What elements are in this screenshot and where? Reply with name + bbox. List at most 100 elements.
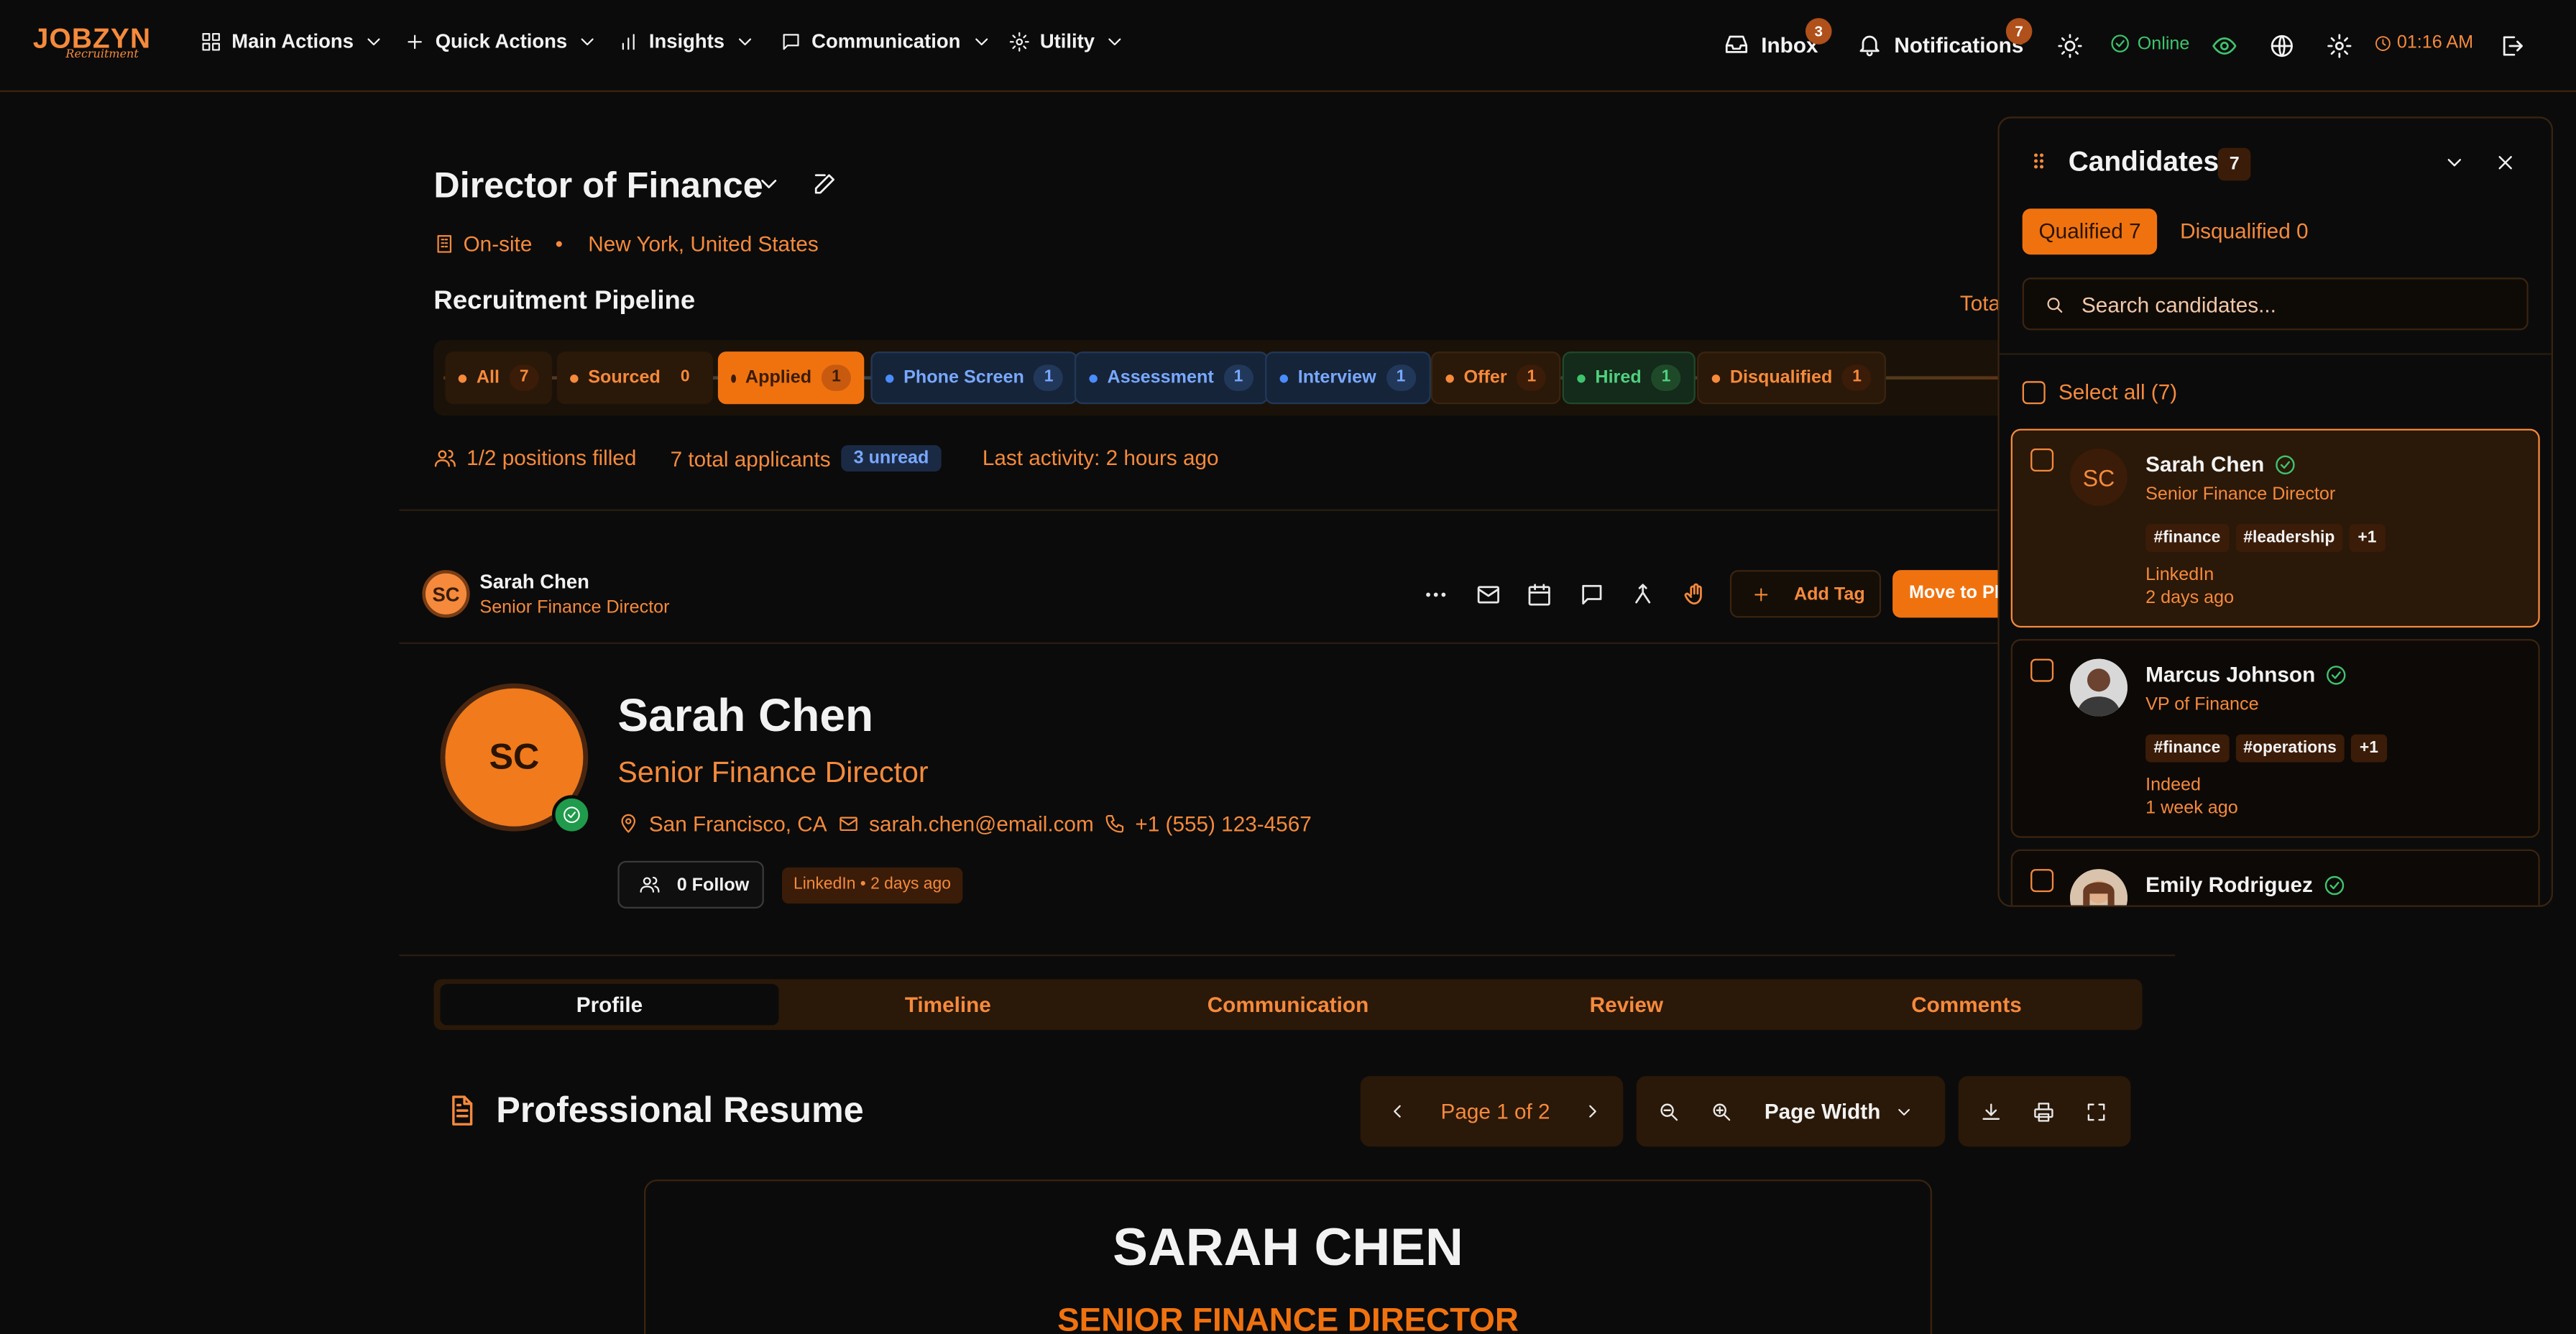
tab-communication[interactable]: Communication [1119,984,1458,1025]
main-actions-menu[interactable]: Main Actions [201,29,385,52]
tab-review[interactable]: Review [1457,984,1795,1025]
email-button[interactable] [1468,575,1508,615]
edit-icon[interactable] [811,171,838,198]
settings-icon[interactable] [2327,33,2353,60]
candidate-card[interactable]: SC Sarah Chen Senior Finance Director #f… [2010,428,2540,628]
stage-hired[interactable]: Hired 1 [1562,351,1696,405]
stage-dot [1445,373,1454,382]
quick-actions-menu[interactable]: Quick Actions [404,29,598,52]
stage-count: 1 [821,364,851,391]
add-tag-label: Add Tag [1793,584,1865,604]
select-all[interactable]: Select all (7) [2022,380,2177,404]
fullscreen-button[interactable] [2076,1092,2116,1131]
positions-filled: 1/2 positions filled [433,445,636,470]
person-photo-icon [2069,869,2128,906]
insights-menu[interactable]: Insights [617,29,755,52]
brand-logo[interactable]: JOBZYN Recruitment [33,23,151,61]
candidate-tags: #finance #operations +1 [2145,734,2387,763]
users-icon [640,876,660,893]
check-circle-icon [564,806,580,824]
communication-menu[interactable]: Communication [781,29,992,52]
logout-icon[interactable] [2499,33,2526,60]
print-button[interactable] [2024,1092,2064,1131]
stage-applied[interactable]: Applied 1 [717,351,865,405]
chevron-down-icon[interactable] [755,171,782,198]
candidate-name: Sarah Chen [617,689,874,741]
chevron-down-icon [975,37,988,45]
message-button[interactable] [1572,575,1611,615]
stage-interview[interactable]: Interview 1 [1264,351,1431,405]
stage-count: 1 [1651,364,1681,391]
mail-icon [840,816,857,832]
next-page-button[interactable] [1573,1092,1613,1131]
candidate-source: Indeed [2145,775,2202,796]
candidate-checkbox[interactable] [2030,869,2054,893]
chevron-down-icon [367,37,381,45]
eye-icon[interactable] [2212,33,2238,60]
stage-all[interactable]: All 7 [445,351,553,405]
zoom-in-icon [1713,1103,1731,1121]
drag-handle-icon[interactable] [2028,150,2051,172]
tag-badge: #leadership [2235,524,2343,552]
quick-actions-label: Quick Actions [435,29,568,53]
tag-badge: #finance [2145,734,2229,763]
stage-phone-screen[interactable]: Phone Screen 1 [870,351,1079,405]
zoom-in-button[interactable] [1702,1092,1742,1131]
tab-timeline[interactable]: Timeline [778,984,1117,1025]
bar-chart-icon [622,33,635,50]
disqualified-filter-button[interactable]: Disqualified 0 [2163,208,2324,254]
zoom-select[interactable]: Page Width [1765,1099,1913,1123]
clock-display: 01:16 AM [2374,33,2473,52]
stage-count: 0 [670,364,700,391]
notifications-button[interactable]: Notifications [1857,31,2023,58]
printer-icon [2034,1102,2053,1121]
candidate-phone[interactable]: +1 (555) 123-4567 [1104,811,1312,836]
chevron-left-icon [1393,1105,1400,1118]
candidate-phone-label: +1 (555) 123-4567 [1135,811,1312,837]
resume-heading: Professional Resume [496,1089,864,1131]
candidate-card-title: VP of Finance [2145,694,2259,715]
candidate-checkbox[interactable] [2030,658,2054,682]
stage-label: Sourced [588,367,661,388]
search-input[interactable]: Search candidates... [2082,292,2276,316]
resume-document: SARAH CHEN SENIOR FINANCE DIRECTOR [643,1179,1932,1334]
stage-dot [1577,373,1586,382]
chevron-down-icon[interactable] [2443,151,2466,174]
stage-offer[interactable]: Offer 1 [1430,351,1562,405]
inbox-icon [1725,35,1748,53]
candidate-email[interactable]: sarah.chen@email.com [838,811,1094,836]
sun-icon[interactable] [2057,33,2084,60]
candidate-card[interactable]: Marcus Johnson VP of Finance #finance #o… [2010,639,2540,838]
schedule-button[interactable] [1519,575,1559,615]
globe-icon[interactable] [2269,33,2296,60]
stage-sourced[interactable]: Sourced 0 [556,351,714,405]
candidate-search[interactable]: Search candidates... [2022,277,2529,331]
stage-assessment[interactable]: Assessment 1 [1074,351,1269,405]
online-status[interactable]: Online [2110,33,2189,55]
candidate-tags: #finance #leadership +1 [2145,524,2385,552]
qualified-filter-button[interactable]: Qualified 7 [2022,208,2158,255]
follow-button[interactable]: 0 Follow [617,860,764,908]
tag-badge: #operations [2235,734,2345,763]
zoom-out-button[interactable] [1650,1092,1689,1131]
unread-badge[interactable]: 3 unread [840,445,942,472]
move-to-stage-button[interactable]: Move to Ph [1892,570,2008,618]
merge-button[interactable] [1623,575,1662,615]
stage-disqualified[interactable]: Disqualified 1 [1697,351,1887,405]
candidate-title: Senior Finance Director [617,755,929,789]
previous-page-button[interactable] [1376,1092,1416,1131]
tab-comments[interactable]: Comments [1798,984,2136,1025]
download-button[interactable] [1972,1092,2011,1131]
candidate-checkbox[interactable] [2030,448,2054,472]
more-options-button[interactable] [1416,575,1455,615]
tab-profile[interactable]: Profile [440,984,779,1026]
utility-menu[interactable]: Utility [1008,29,1126,52]
close-icon[interactable] [2494,151,2517,174]
candidate-avatar-small[interactable]: SC [422,570,470,618]
select-all-checkbox[interactable] [2022,380,2046,404]
inbox-button[interactable]: Inbox [1724,31,1818,58]
top-navigation-bar: JOBZYN Recruitment Main Actions Quick Ac… [0,0,2576,92]
hold-button[interactable] [1675,575,1715,615]
candidate-card[interactable]: Emily Rodriguez [2010,849,2540,906]
add-tag-button[interactable]: Add Tag [1729,570,1882,618]
